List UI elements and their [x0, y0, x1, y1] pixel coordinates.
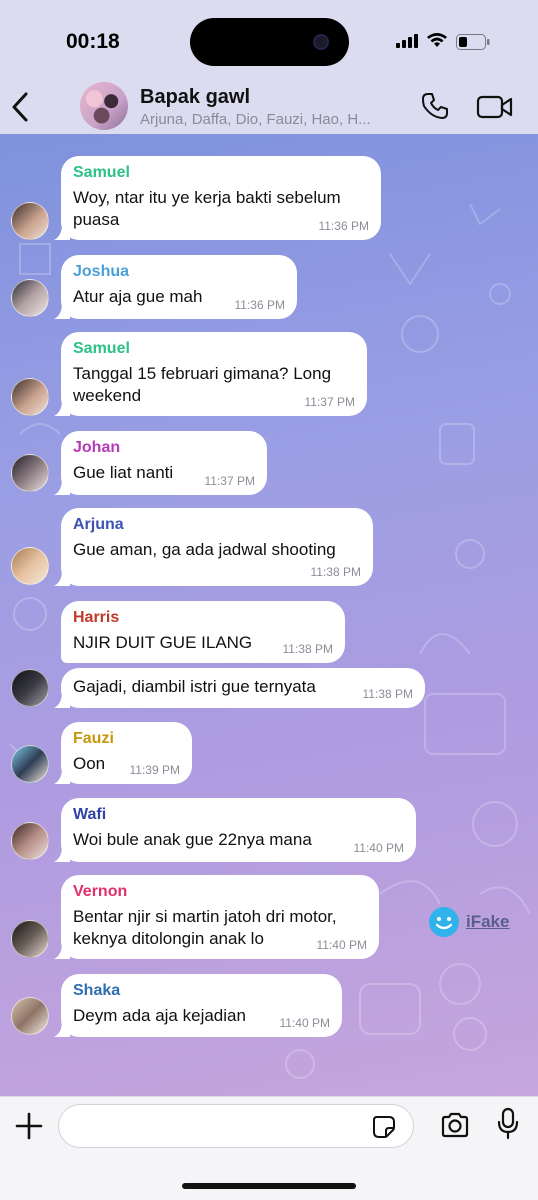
message-time: 11:40 PM: [353, 841, 404, 855]
message-text: Gue aman, ga ada jadwal shooting: [73, 540, 336, 559]
message-bubble[interactable]: Johan Gue liat nanti 11:37 PM: [54, 431, 267, 495]
avatar[interactable]: [11, 378, 49, 416]
home-indicator: [182, 1183, 356, 1189]
microphone-icon[interactable]: [496, 1107, 520, 1141]
sender-name[interactable]: Shaka: [73, 981, 328, 1001]
watermark-label: iFake: [466, 912, 510, 931]
group-title[interactable]: Bapak gawl: [140, 86, 250, 109]
plus-icon[interactable]: [14, 1111, 44, 1141]
sender-name[interactable]: Vernon: [73, 882, 365, 902]
message-bubble[interactable]: Shaka Deym ada aja kejadian 11:40 PM: [54, 974, 342, 1037]
sender-name[interactable]: Samuel: [73, 339, 353, 359]
message-input[interactable]: [58, 1104, 414, 1148]
message-time: 11:37 PM: [204, 474, 255, 488]
wifi-icon: [427, 33, 447, 47]
message-time: 11:36 PM: [318, 219, 369, 233]
message-time: 11:36 PM: [234, 298, 285, 312]
message-bubble[interactable]: Gajadi, diambil istri gue ternyata 11:38…: [54, 668, 425, 708]
avatar[interactable]: [11, 279, 49, 317]
message-time: 11:39 PM: [129, 763, 180, 777]
sender-name[interactable]: Joshua: [73, 262, 283, 282]
message-bubble[interactable]: Fauzi Oon 11:39 PM: [54, 722, 192, 784]
dynamic-island: [190, 18, 349, 66]
avatar[interactable]: [11, 920, 49, 958]
input-bar: [0, 1096, 538, 1200]
sender-name[interactable]: Fauzi: [73, 729, 178, 749]
sticker-icon[interactable]: [372, 1115, 396, 1139]
message-bubble[interactable]: Harris NJIR DUIT GUE ILANG 11:38 PM: [61, 601, 345, 663]
sender-name[interactable]: Arjuna: [73, 515, 359, 535]
group-avatar[interactable]: [80, 82, 128, 130]
sender-name[interactable]: Harris: [73, 608, 331, 628]
message-bubble[interactable]: Arjuna Gue aman, ga ada jadwal shooting …: [54, 508, 373, 586]
camera-icon[interactable]: [440, 1111, 470, 1139]
message-time: 11:37 PM: [304, 395, 355, 409]
message-time: 11:40 PM: [316, 938, 367, 952]
message-time: 11:38 PM: [282, 642, 333, 656]
message-bubble[interactable]: Vernon Bentar njir si martin jatoh dri m…: [54, 875, 379, 959]
avatar[interactable]: [11, 454, 49, 492]
avatar[interactable]: [11, 745, 49, 783]
message-bubble[interactable]: Wafi Woi bule anak gue 22nya mana 11:40 …: [54, 798, 416, 862]
sender-name[interactable]: Samuel: [73, 163, 367, 183]
sender-name[interactable]: Johan: [73, 438, 253, 458]
avatar[interactable]: [11, 202, 49, 240]
video-camera-icon[interactable]: [476, 94, 514, 120]
battery-icon: [456, 34, 490, 50]
group-members[interactable]: Arjuna, Daffa, Dio, Fauzi, Hao, H...: [140, 111, 402, 128]
message-time: 11:38 PM: [362, 687, 413, 701]
avatar[interactable]: [11, 547, 49, 585]
ifake-logo-icon: [429, 907, 459, 937]
message-bubble[interactable]: Samuel Tanggal 15 februari gimana? Long w…: [54, 332, 367, 416]
message-bubble[interactable]: Joshua Atur aja gue mah 11:36 PM: [54, 255, 297, 319]
avatar[interactable]: [11, 669, 49, 707]
status-time: 00:18: [66, 30, 120, 53]
message-bubble[interactable]: Samuel Woy, ntar itu ye kerja bakti sebe…: [54, 156, 381, 240]
chevron-left-icon[interactable]: [10, 90, 32, 124]
cellular-signal-icon: [396, 34, 418, 48]
message-time: 11:40 PM: [279, 1016, 330, 1030]
message-text: Gajadi, diambil istri gue ternyata: [73, 677, 316, 696]
avatar[interactable]: [11, 997, 49, 1035]
sender-name[interactable]: Wafi: [73, 805, 402, 825]
avatar[interactable]: [11, 822, 49, 860]
phone-icon[interactable]: [420, 91, 450, 121]
message-time: 11:38 PM: [310, 565, 361, 579]
top-bar: 00:18 Bapak gawl Arjuna, Daffa, Dio, Fau…: [0, 0, 538, 134]
chat-area[interactable]: Samuel Woy, ntar itu ye kerja bakti sebe…: [0, 134, 538, 1096]
